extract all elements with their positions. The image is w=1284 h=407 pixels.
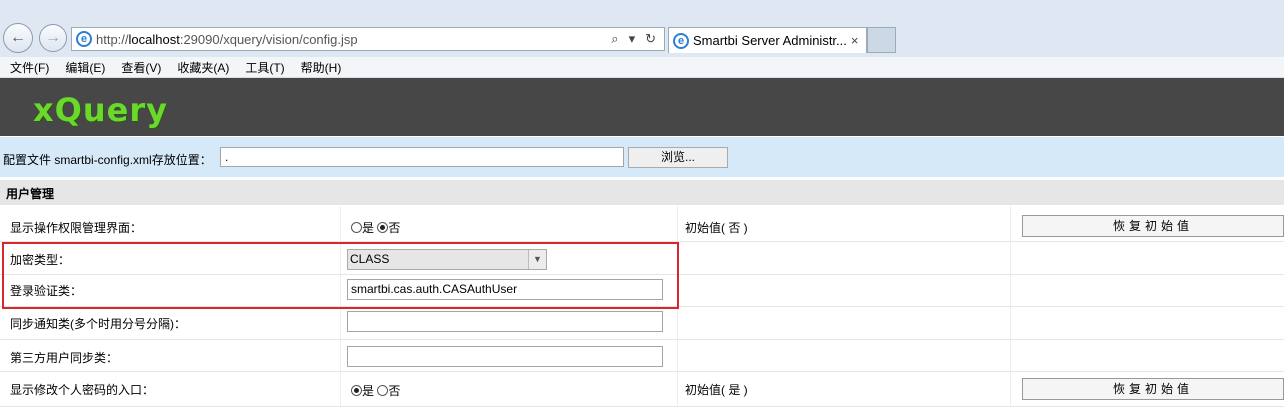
url-text: http://localhost:29090/xquery/vision/con… <box>96 32 358 47</box>
menu-tools[interactable]: 工具(T) <box>245 59 284 76</box>
config-path-input[interactable]: . <box>220 147 624 167</box>
radio-yes-label: 是 <box>362 384 375 398</box>
restore-default-button[interactable]: 恢复初始值 <box>1022 215 1284 237</box>
row-label: 第三方用户同步类： <box>10 351 119 365</box>
row-label: 显示修改个人密码的入口： <box>10 383 155 397</box>
url-prefix: http:// <box>96 31 129 47</box>
radio-no[interactable] <box>377 385 389 396</box>
menu-favorites[interactable]: 收藏夹(A) <box>177 59 229 76</box>
radio-yes[interactable] <box>351 222 362 233</box>
header-banner: xQuery <box>0 78 1284 136</box>
row-label: 同步通知类(多个时用分号分隔)： <box>10 317 186 331</box>
tab-title: Smartbi Server Administr... <box>693 33 847 48</box>
menu-view[interactable]: 查看(V) <box>121 59 161 76</box>
initial-value: 初始值( 否 ) <box>685 221 748 235</box>
sync-notify-input[interactable] <box>347 311 663 332</box>
radio-yes-label: 是 <box>362 221 375 235</box>
section-title: 用户管理 <box>6 187 55 201</box>
browser-chrome: ← → e http://localhost:29090/xquery/visi… <box>0 0 1284 57</box>
permission-ui-radio-group: 是 否 <box>351 219 400 236</box>
xquery-logo: xQuery <box>33 91 168 129</box>
row-show-permission-ui: 显示操作权限管理界面： 是 否 初始值( 否 ) 恢复初始值 <box>0 206 1284 242</box>
tab-ie-icon: e <box>673 32 689 49</box>
url-host: localhost <box>128 31 180 47</box>
config-path-label: 配置文件 smartbi-config.xml存放位置： <box>3 153 212 167</box>
row-label: 显示操作权限管理界面： <box>10 221 143 235</box>
address-bar[interactable]: e http://localhost:29090/xquery/vision/c… <box>71 27 665 51</box>
browser-tab[interactable]: e Smartbi Server Administr... × <box>668 27 867 53</box>
restore-default-button[interactable]: 恢复初始值 <box>1022 378 1284 400</box>
radio-no-label: 否 <box>388 221 401 235</box>
radio-yes[interactable] <box>351 385 362 396</box>
close-icon[interactable]: × <box>851 33 859 48</box>
back-arrow-icon: ← <box>10 29 26 46</box>
url-rest: :29090/xquery/vision/config.jsp <box>179 31 358 47</box>
forward-button[interactable]: → <box>39 24 67 52</box>
forward-arrow-icon: → <box>45 29 61 46</box>
change-password-radio-group: 是 否 <box>351 382 400 399</box>
refresh-icon[interactable]: ↻ <box>645 31 656 47</box>
menu-help[interactable]: 帮助(H) <box>301 59 342 76</box>
radio-no-label: 否 <box>388 384 401 398</box>
ie-page-icon: e <box>76 31 92 47</box>
section-header: 用户管理 <box>0 180 1284 205</box>
search-icon[interactable]: ⌕ <box>611 31 618 47</box>
initial-value: 初始值( 是 ) <box>685 383 748 397</box>
chevron-down-icon[interactable]: ▾ <box>629 31 636 47</box>
new-tab-button[interactable] <box>867 27 896 53</box>
browse-button[interactable]: 浏览... <box>628 147 728 168</box>
third-party-sync-input[interactable] <box>347 346 663 367</box>
menu-bar: 文件(F) 编辑(E) 查看(V) 收藏夹(A) 工具(T) 帮助(H) <box>0 57 1284 78</box>
back-button[interactable]: ← <box>3 23 33 53</box>
row-show-change-password: 显示修改个人密码的入口： 是 否 初始值( 是 ) 恢复初始值 <box>0 372 1284 407</box>
address-tools: ⌕ ▾ ↻ <box>611 31 664 47</box>
menu-file[interactable]: 文件(F) <box>10 59 49 76</box>
highlight-box <box>2 242 679 309</box>
menu-edit[interactable]: 编辑(E) <box>65 59 105 76</box>
radio-no[interactable] <box>377 222 389 233</box>
